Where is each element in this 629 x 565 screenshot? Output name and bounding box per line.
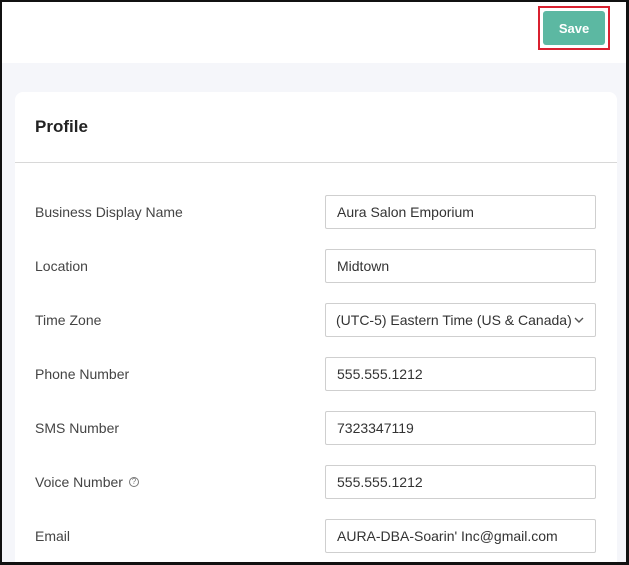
time-zone-selected-value: (UTC-5) Eastern Time (US & Canada) — [336, 312, 572, 328]
save-button-highlight: Save — [538, 6, 610, 50]
save-button[interactable]: Save — [543, 11, 605, 45]
profile-title: Profile — [35, 117, 88, 136]
email-input[interactable] — [325, 519, 596, 553]
business-display-name-row: Business Display Name — [15, 195, 617, 229]
chevron-down-icon — [573, 314, 585, 326]
location-row: Location — [15, 249, 617, 283]
business-display-name-input[interactable] — [325, 195, 596, 229]
voice-number-label: Voice Number — [35, 474, 123, 490]
sms-number-row: SMS Number — [15, 411, 617, 445]
app-frame: Save Profile Business Display Name Locat… — [0, 0, 629, 565]
profile-card-header: Profile — [15, 92, 617, 163]
time-zone-row: Time Zone (UTC-5) Eastern Time (US & Can… — [15, 303, 617, 337]
voice-number-input[interactable] — [325, 465, 596, 499]
location-label: Location — [35, 258, 88, 274]
top-bar: Save — [2, 2, 626, 63]
business-display-name-label: Business Display Name — [35, 204, 183, 220]
time-zone-select[interactable]: (UTC-5) Eastern Time (US & Canada) — [325, 303, 596, 337]
phone-number-label: Phone Number — [35, 366, 130, 382]
email-row: Email — [15, 519, 617, 553]
location-input[interactable] — [325, 249, 596, 283]
profile-card: Profile Business Display Name Location T… — [15, 92, 617, 562]
voice-number-label-wrap: Voice Number ? — [35, 465, 139, 499]
email-label: Email — [35, 528, 71, 544]
voice-number-row: Voice Number ? — [15, 465, 617, 499]
time-zone-label: Time Zone — [35, 312, 102, 328]
sms-number-label: SMS Number — [35, 420, 120, 436]
phone-number-row: Phone Number — [15, 357, 617, 391]
info-icon[interactable]: ? — [128, 477, 139, 487]
sms-number-input[interactable] — [325, 411, 596, 445]
phone-number-input[interactable] — [325, 357, 596, 391]
